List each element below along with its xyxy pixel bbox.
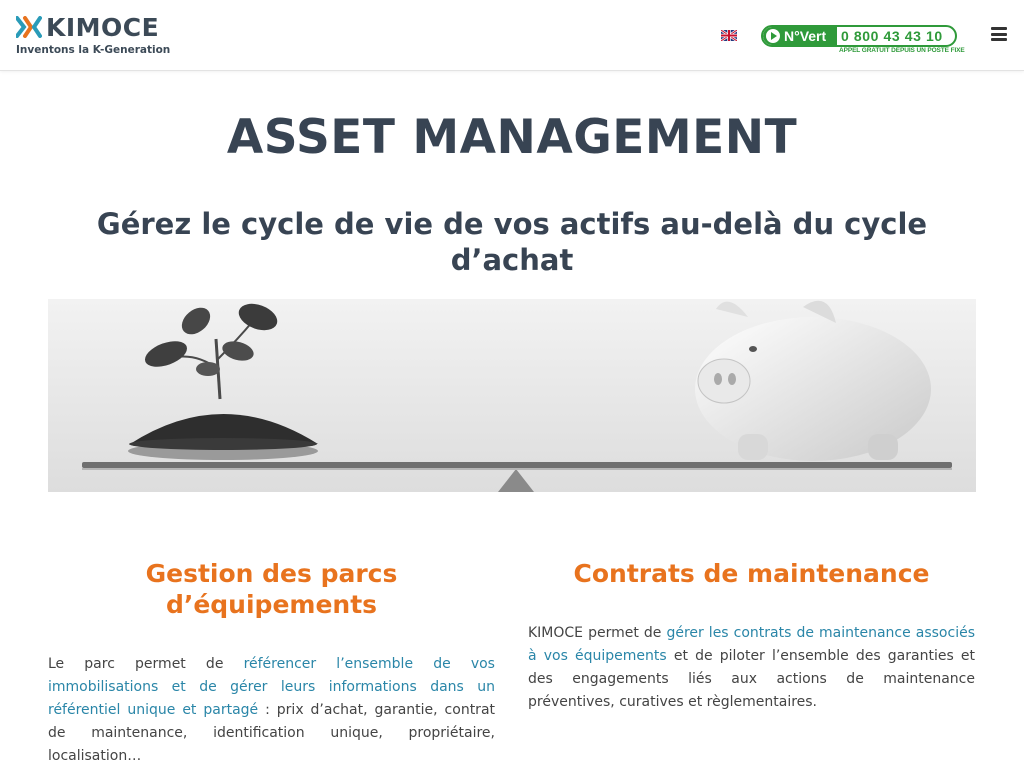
kimoce-logo-icon — [16, 16, 42, 38]
section-title: Gestion des parcs d’équipements — [145, 559, 398, 619]
section-text: Le parc permet de référencer l’ensemble … — [48, 653, 495, 768]
logo-name: KIMOCE — [46, 13, 160, 42]
section-text-part: KIMOCE permet de — [528, 625, 667, 641]
section-contrats-maintenance: Contrats de maintenance KIMOCE permet de… — [528, 558, 975, 714]
page-title: ASSET MANAGEMENT — [226, 110, 798, 165]
hero-image-balance — [48, 299, 976, 492]
numero-vert-pill: N°Vert 0 800 43 43 10 — [761, 25, 957, 47]
section-title: Contrats de maintenance — [573, 559, 930, 588]
section-gestion-parcs: Gestion des parcs d’équipements Le parc … — [48, 558, 495, 768]
flag-uk-icon[interactable] — [721, 30, 737, 41]
play-icon — [766, 29, 780, 43]
hamburger-menu-icon[interactable] — [991, 27, 1007, 41]
site-header: KIMOCE Inventons la K-Generation N°Vert … — [0, 0, 1024, 71]
section-text: KIMOCE permet de gérer les contrats de m… — [528, 622, 975, 714]
numero-vert-left: N°Vert — [763, 27, 837, 45]
section-text-part: Le parc permet de — [48, 656, 244, 672]
numero-vert-number: 0 800 43 43 10 — [841, 28, 943, 44]
numero-vert-badge[interactable]: N°Vert 0 800 43 43 10 APPEL GRATUIT DEPU… — [761, 25, 965, 57]
logo-tagline: Inventons la K-Generation — [16, 44, 171, 56]
balance-scale-illustration — [48, 299, 976, 492]
page-subtitle: Gérez le cycle de vie de vos actifs au-d… — [96, 207, 928, 277]
numero-vert-label: N°Vert — [784, 28, 827, 44]
numero-vert-subtitle: APPEL GRATUIT DEPUIS UN POSTE FIXE — [839, 47, 965, 54]
kimoce-logo[interactable]: KIMOCE Inventons la K-Generation — [16, 14, 176, 58]
